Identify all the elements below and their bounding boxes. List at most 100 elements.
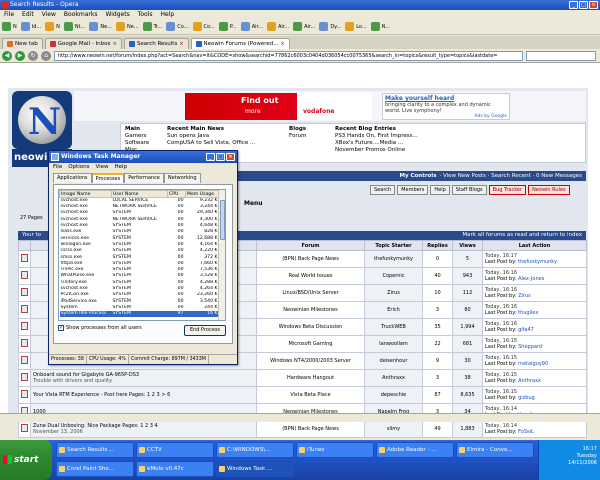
bookmark[interactable]: Nt...: [63, 22, 85, 31]
last-poster-link[interactable]: FoSsiL: [518, 429, 534, 435]
bookmark[interactable]: Air...: [293, 22, 315, 31]
starter-cell[interactable]: Anthraxx: [364, 369, 423, 387]
bookmark[interactable]: Lo...: [345, 22, 367, 31]
blog-entry[interactable]: PS3 Hands On, First Impress...: [335, 133, 418, 140]
process-scrollbar[interactable]: [218, 190, 225, 320]
col-forum[interactable]: Forum: [256, 240, 365, 251]
starter-cell[interactable]: slimy: [364, 420, 423, 438]
forum-cell[interactable]: Vista Beta Place: [256, 386, 365, 404]
tab-search-results[interactable]: Search Results ×: [123, 38, 189, 49]
col-user-name[interactable]: User Name: [111, 190, 168, 198]
show-all-users-checkbox[interactable]: ✓ Show processes from all users: [58, 325, 142, 331]
menu-bookmarks[interactable]: Bookmarks: [64, 10, 98, 19]
bookmark[interactable]: N...: [370, 22, 390, 31]
taskbar-item[interactable]: Elmira - Conve...: [456, 442, 534, 458]
last-poster-link[interactable]: thefunkymunky: [518, 259, 557, 265]
neowin-logo[interactable]: N: [12, 91, 72, 149]
close-button[interactable]: ×: [589, 1, 598, 9]
starter-cell[interactable]: deisenhour: [364, 352, 423, 370]
process-row[interactable]: System Idle Process SYSTEM 97 16 K: [59, 311, 220, 318]
taskbar-item[interactable]: C:\WINDOWS\...: [216, 442, 294, 458]
back-icon[interactable]: ◀: [2, 50, 12, 61]
taskbar-item[interactable]: Adobe Reader - ...: [376, 442, 454, 458]
home-icon[interactable]: ⌂: [41, 50, 51, 61]
last-poster-link[interactable]: metalguy90: [518, 361, 548, 367]
forum-cell[interactable]: (BPN) Back Page News: [256, 420, 365, 438]
close-tab-icon[interactable]: ×: [113, 39, 117, 49]
forum-cell[interactable]: Neowinian Milestones: [256, 301, 365, 319]
bookmark[interactable]: Co...: [166, 22, 189, 31]
my-controls-link[interactable]: My Controls: [399, 173, 436, 179]
col-mem-usage[interactable]: Mem Usage: [185, 190, 220, 198]
starter-cell[interactable]: Ianwoollam: [364, 335, 423, 353]
tm-menu-help[interactable]: Help: [115, 163, 128, 172]
last-poster-link[interactable]: gifa47: [518, 327, 534, 333]
col-image-name[interactable]: Image Name: [59, 190, 112, 198]
last-poster-link[interactable]: Zirus: [518, 293, 531, 299]
col-cpu[interactable]: CPU: [167, 190, 186, 198]
taskbar-item[interactable]: CCTV: [136, 442, 214, 458]
starter-cell[interactable]: TruckWEB: [364, 318, 423, 336]
menu-label[interactable]: Menu: [244, 200, 263, 207]
bookmark[interactable]: Dy...: [319, 22, 341, 31]
taskbar-item[interactable]: Corel Paint Sho...: [56, 461, 134, 477]
col-replies[interactable]: Replies: [422, 240, 453, 251]
members-button[interactable]: Members: [397, 185, 429, 195]
forum-cell[interactable]: Linux/BSD/Unix Server: [256, 284, 365, 302]
task-manager-titlebar[interactable]: Windows Task Manager _ □ ×: [49, 151, 237, 163]
last-poster-link[interactable]: thugilex: [518, 310, 538, 316]
close-tab-icon[interactable]: ×: [281, 39, 285, 49]
taskbar-item[interactable]: eMule v0.47c: [136, 461, 214, 477]
help-button[interactable]: Help: [430, 185, 450, 195]
tab-neowin[interactable]: Neowin Forums (Powered... ×: [190, 38, 290, 49]
scroll-thumb[interactable]: [220, 200, 225, 240]
bookmark[interactable]: Id...: [20, 22, 41, 31]
col-views[interactable]: Views: [452, 240, 483, 251]
end-process-button[interactable]: End Process: [184, 325, 226, 336]
maximize-button[interactable]: □: [579, 1, 588, 9]
search-input[interactable]: [526, 50, 596, 61]
pages-indicator[interactable]: 27 Pages: [20, 215, 43, 221]
search-button[interactable]: Search: [370, 185, 396, 195]
taskbar-item[interactable]: iTunes: [296, 442, 374, 458]
address-input[interactable]: http://www.neowin.net/forum/index.php?ac…: [54, 50, 523, 61]
menu-tools[interactable]: Tools: [138, 10, 153, 19]
tab-applications[interactable]: Applications: [53, 173, 92, 183]
bookmark[interactable]: Ne...: [115, 22, 139, 31]
tab-gmail[interactable]: Google Mail - Inbox ×: [44, 38, 122, 49]
bookmark[interactable]: P...: [218, 22, 237, 31]
nav-gamers[interactable]: Gamers: [125, 133, 149, 140]
menu-file[interactable]: File: [4, 10, 14, 19]
menu-widgets[interactable]: Widgets: [105, 10, 129, 19]
minimize-button[interactable]: _: [569, 1, 578, 9]
forum-cell[interactable]: Windows NT4/2000/2003 Server: [256, 352, 365, 370]
taskbar-item[interactable]: Search Results ...: [56, 442, 134, 458]
last-poster-link[interactable]: Anthraxx: [518, 378, 541, 384]
checkbox-icon[interactable]: ✓: [58, 325, 64, 331]
news-item[interactable]: CompUSA to Sell Vista, Office ...: [167, 140, 255, 147]
nav-forum[interactable]: Forum: [289, 133, 306, 140]
blog-entry[interactable]: XBox's Future....Media ...: [335, 140, 418, 147]
forum-cell[interactable]: Microsoft Gaming: [256, 335, 365, 353]
tab-performance[interactable]: Performance: [124, 173, 164, 183]
tm-minimize-button[interactable]: _: [206, 153, 215, 161]
forum-cell[interactable]: Hardware Hangout: [256, 369, 365, 387]
bookmark[interactable]: Ne...: [89, 22, 112, 31]
bookmark[interactable]: N: [45, 22, 60, 31]
reload-icon[interactable]: ↻: [28, 50, 38, 61]
mark-all-read-link[interactable]: Mark all forums as read and return to in…: [462, 231, 582, 240]
google-ad[interactable]: Make yourself heard bringing clarity to …: [382, 93, 510, 120]
blog-entry[interactable]: November Promos Online: [335, 147, 418, 154]
taskbar-item[interactable]: Windows Task ...: [216, 461, 294, 477]
forum-cell[interactable]: (BPN) Back Page News: [256, 250, 365, 268]
clock-time[interactable]: 16:17: [539, 446, 597, 453]
bookmark[interactable]: N: [2, 22, 17, 31]
neowin-rules-button[interactable]: Neowin Rules: [528, 185, 570, 195]
bookmark[interactable]: Air...: [240, 22, 263, 31]
tab-processes[interactable]: Processes: [91, 173, 125, 183]
last-poster-link[interactable]: gizbug: [518, 395, 535, 401]
tm-maximize-button[interactable]: □: [216, 153, 225, 161]
last-poster-link[interactable]: Sheppard: [518, 344, 542, 350]
starter-cell[interactable]: Copernic: [364, 267, 423, 285]
bookmark[interactable]: Co...: [192, 22, 215, 31]
